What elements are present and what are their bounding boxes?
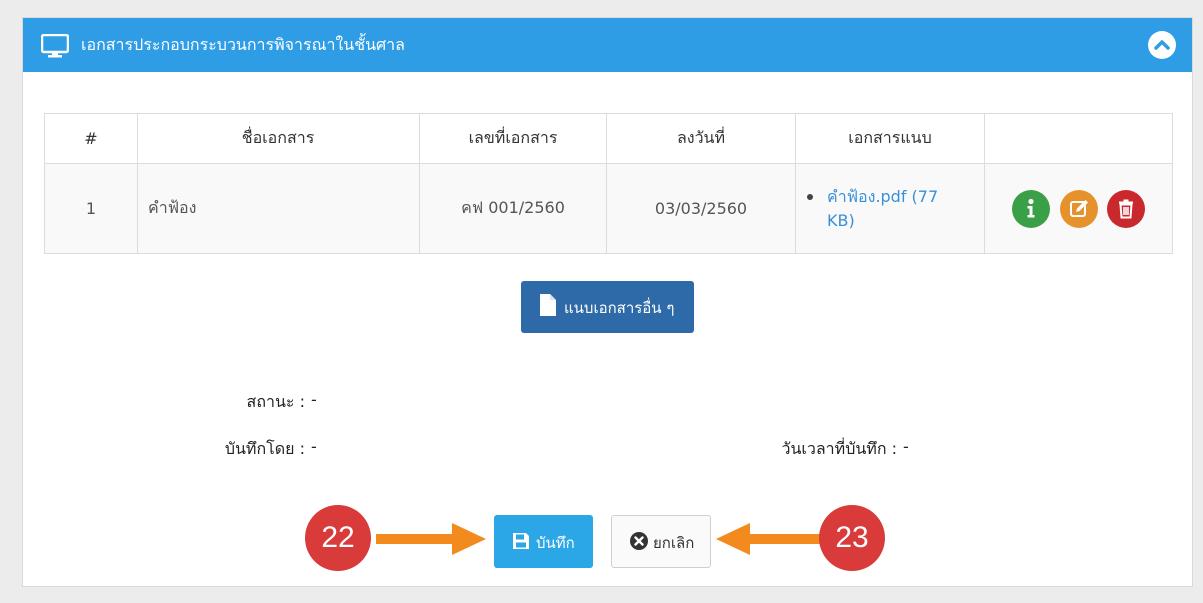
- floppy-disk-icon: [512, 532, 530, 554]
- saved-at-label: วันเวลาที่บันทึก :: [781, 439, 897, 458]
- saved-by-label: บันทึกโดย :: [224, 439, 305, 458]
- attach-other-documents-button[interactable]: แนบเอกสารอื่น ๆ: [521, 281, 694, 333]
- info-icon: [1027, 198, 1035, 217]
- file-icon: [539, 293, 557, 321]
- col-header-actions: [984, 113, 1173, 164]
- document-panel: เอกสารประกอบกระบวนการพิจารณาในชั้นศาล # …: [22, 17, 1193, 587]
- status-label: สถานะ :: [246, 392, 305, 411]
- attach-other-label: แนบเอกสารอื่น ๆ: [564, 299, 675, 317]
- documents-table: # ชื่อเอกสาร เลขที่เอกสาร ลงวันที่ เอกสา…: [44, 113, 1173, 254]
- row-doc-name: คำฟ้อง: [137, 163, 420, 254]
- bullet-icon: [807, 193, 813, 200]
- step-badge-save: 22: [305, 505, 371, 571]
- row-attachment-cell: คำฟ้อง.pdf (77 KB): [795, 163, 985, 254]
- table-row: 1 คำฟ้อง คฟ 001/2560 03/03/2560 คำฟ้อง.p…: [44, 163, 1173, 254]
- edit-button[interactable]: [1059, 189, 1098, 228]
- save-button[interactable]: บันทึก: [494, 515, 593, 568]
- panel-title: เอกสารประกอบกระบวนการพิจารณาในชั้นศาล: [81, 35, 405, 54]
- saved-by-value: -: [311, 437, 317, 456]
- cancel-button[interactable]: ยกเลิก: [611, 515, 711, 568]
- row-actions: [984, 163, 1173, 254]
- cancel-label: ยกเลิก: [653, 534, 695, 552]
- panel-header: เอกสารประกอบกระบวนการพิจารณาในชั้นศาล: [23, 18, 1192, 72]
- row-number: 1: [44, 163, 138, 254]
- monitor-icon: [40, 33, 70, 58]
- row-doc-number: คฟ 001/2560: [419, 163, 607, 254]
- step-badge-cancel: 23: [819, 505, 885, 571]
- collapse-button[interactable]: [1148, 31, 1176, 59]
- arrow-right-icon: [376, 523, 486, 555]
- delete-button[interactable]: [1106, 189, 1145, 228]
- col-header-number: #: [44, 113, 138, 164]
- edit-icon: [1069, 199, 1088, 217]
- status-value: -: [311, 390, 317, 409]
- col-header-date: ลงวันที่: [606, 113, 796, 164]
- save-label: บันทึก: [536, 534, 575, 552]
- col-header-attachment: เอกสารแนบ: [795, 113, 985, 164]
- arrow-left-icon: [716, 523, 826, 555]
- saved-at-value: -: [903, 437, 909, 456]
- cancel-circle-icon: [629, 531, 649, 555]
- col-header-doc-name: ชื่อเอกสาร: [137, 113, 420, 164]
- row-date: 03/03/2560: [606, 163, 796, 254]
- col-header-doc-number: เลขที่เอกสาร: [419, 113, 607, 164]
- info-button[interactable]: [1012, 189, 1051, 228]
- trash-icon: [1118, 199, 1133, 218]
- attachment-link[interactable]: คำฟ้อง.pdf (77 KB): [827, 185, 957, 233]
- table-header-row: # ชื่อเอกสาร เลขที่เอกสาร ลงวันที่ เอกสา…: [44, 113, 1173, 164]
- chevron-up-icon: [1154, 40, 1170, 50]
